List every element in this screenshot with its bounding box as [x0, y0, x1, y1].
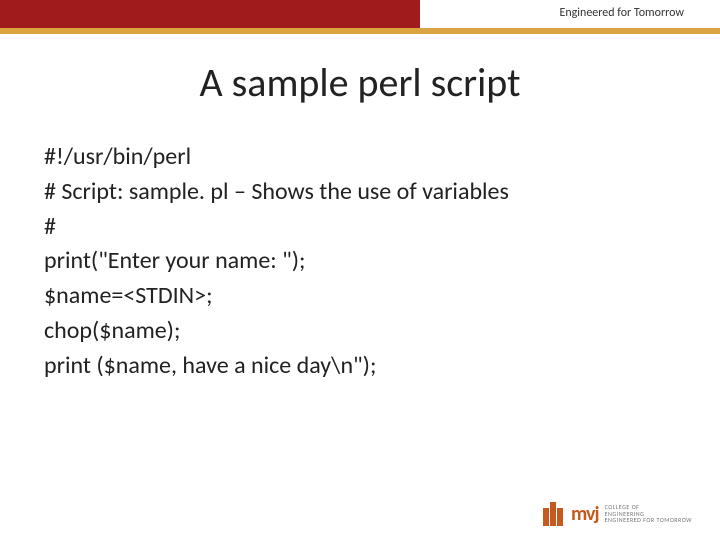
tagline: Engineered for Tomorrow	[559, 6, 684, 20]
code-line: #!/usr/bin/perl	[44, 140, 676, 175]
logo-mark-icon	[543, 502, 563, 526]
slide-body: #!/usr/bin/perl # Script: sample. pl – S…	[44, 140, 676, 384]
code-line: chop($name);	[44, 314, 676, 349]
logo-letters: mvj	[571, 502, 599, 526]
slide-title: A sample perl script	[0, 58, 720, 107]
code-line: $name=<STDIN>;	[44, 279, 676, 314]
top-bar-gold-line	[0, 28, 720, 34]
top-bar-red-block	[0, 0, 420, 28]
code-line: #	[44, 210, 676, 245]
logo: mvj COLLEGE OF ENGINEERING ENGINEERED FO…	[543, 502, 692, 526]
code-line: print("Enter your name: ");	[44, 244, 676, 279]
slide: Engineered for Tomorrow A sample perl sc…	[0, 0, 720, 540]
logo-text-line: ENGINEERED FOR TOMORROW	[605, 517, 692, 524]
code-line: # Script: sample. pl – Shows the use of …	[44, 175, 676, 210]
code-line: print ($name, have a nice day\n");	[44, 349, 676, 384]
logo-text: COLLEGE OF ENGINEERING ENGINEERED FOR TO…	[605, 504, 692, 524]
top-bar: Engineered for Tomorrow	[0, 0, 720, 34]
